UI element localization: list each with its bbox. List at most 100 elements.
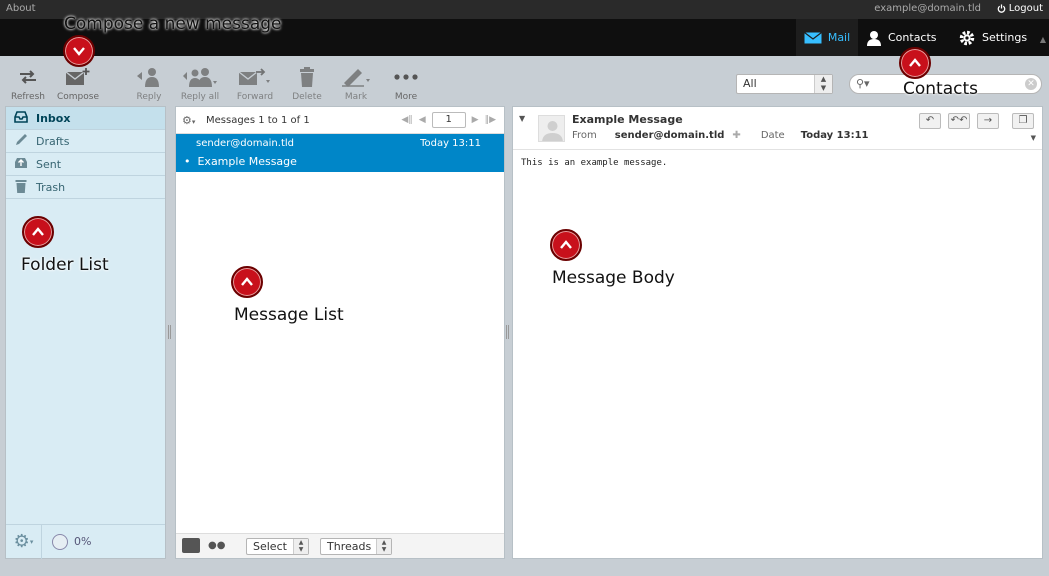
threads-dropdown-label: Threads <box>327 540 372 553</box>
add-contact-icon[interactable]: ✚ <box>732 130 740 141</box>
list-options-gear-icon[interactable]: ⚙▾ <box>182 114 206 127</box>
folder-label: Inbox <box>36 111 71 125</box>
message-list-footer: ●● Select ▲ ▼ Threads ▲ ▼ <box>176 533 504 558</box>
select-dropdown-label: Select <box>253 540 287 553</box>
refresh-button[interactable]: Refresh <box>5 66 51 102</box>
about-link[interactable]: About <box>6 3 36 14</box>
logout-label: Logout <box>1008 3 1043 14</box>
message-date: Today 13:11 <box>800 130 869 141</box>
username: example@domain.tld <box>874 3 981 14</box>
message-row[interactable]: sender@domain.tld Today 13:11 • Example … <box>176 134 504 172</box>
more-headers-icon[interactable]: ▼ <box>1031 134 1036 142</box>
select-arrows-icon: ▲ ▼ <box>814 75 832 93</box>
annotation-chevron-up-icon <box>899 47 931 79</box>
mark-button[interactable]: Mark <box>333 66 379 102</box>
gear-icon <box>959 30 975 45</box>
delete-button[interactable]: Delete <box>284 66 330 102</box>
collapse-header-icon[interactable]: ▼ <box>519 114 525 123</box>
page-number-input[interactable]: 1 <box>431 112 466 128</box>
prev-page-icon[interactable]: ◀ <box>419 115 426 125</box>
compose-label: Compose <box>56 92 99 102</box>
mark-pen-icon <box>342 69 370 87</box>
message-list: ⚙▾ Messages 1 to 1 of 1 ◀‖ ◀ 1 ▶ ‖▶ send… <box>175 106 505 559</box>
list-splitter[interactable] <box>506 325 509 339</box>
folder-splitter[interactable] <box>168 325 171 339</box>
quota-display: 0% <box>52 533 92 550</box>
refresh-label: Refresh <box>11 92 45 102</box>
inbox-icon <box>14 110 28 126</box>
refresh-icon <box>20 70 36 84</box>
message-row-from: sender@domain.tld <box>196 138 294 149</box>
forward-label: Forward <box>236 92 274 102</box>
threads-dropdown[interactable]: Threads ▲ ▼ <box>320 538 392 555</box>
forward-button[interactable]: Forward <box>232 66 278 102</box>
annotation-message-body-label: Message Body <box>552 268 675 288</box>
envelope-icon <box>803 31 822 43</box>
task-mail-label: Mail <box>827 31 851 44</box>
delete-label: Delete <box>292 92 322 102</box>
pagination: ◀‖ ◀ 1 ▶ ‖▶ <box>401 112 496 128</box>
quota-value: 0% <box>74 535 92 548</box>
reply-small-button[interactable]: ↶ <box>919 113 941 129</box>
from-label: From <box>572 130 597 141</box>
more-button[interactable]: More <box>383 66 429 102</box>
select-dropdown[interactable]: Select ▲ ▼ <box>246 538 309 555</box>
message-filter-select[interactable]: All ▲ ▼ <box>736 74 833 94</box>
folder-list: Inbox Drafts Sent Trash ⚙ ▾ 0% <box>5 106 166 559</box>
message-count: Messages 1 to 1 of 1 <box>206 114 310 126</box>
reply-icon <box>137 68 159 87</box>
more-icon <box>394 74 418 80</box>
trash-icon <box>14 179 28 196</box>
folder-trash[interactable]: Trash <box>6 176 165 199</box>
folder-actions-gear-icon[interactable]: ⚙ ▾ <box>6 524 42 559</box>
power-icon <box>997 4 1006 13</box>
search-icon[interactable]: ⚲▾ <box>856 77 870 90</box>
message-row-date: Today 13:11 <box>420 138 481 149</box>
clear-search-icon[interactable]: ✕ <box>1025 78 1037 90</box>
folder-inbox[interactable]: Inbox <box>6 107 165 130</box>
reply-label: Reply <box>136 92 162 102</box>
threads-toggle-icon[interactable]: ●● <box>208 540 225 551</box>
reply-all-button[interactable]: Reply all <box>177 66 223 102</box>
forward-icon <box>238 68 270 85</box>
annotation-chevron-up-icon <box>231 266 263 298</box>
trash-icon <box>300 67 314 87</box>
list-view-icon[interactable] <box>182 538 200 553</box>
first-page-icon[interactable]: ◀‖ <box>401 115 412 125</box>
reply-button[interactable]: Reply <box>126 66 172 102</box>
folder-list-footer: ⚙ ▾ 0% <box>6 524 165 559</box>
annotation-contacts-label: Contacts <box>903 79 978 99</box>
more-label: More <box>394 92 418 102</box>
mark-label: Mark <box>344 92 368 102</box>
task-contacts-label: Contacts <box>888 31 937 44</box>
select-arrows-icon: ▲ ▼ <box>376 539 391 554</box>
from-address[interactable]: sender@domain.tld <box>615 130 725 141</box>
avatar <box>538 115 565 142</box>
compose-button[interactable]: Compose <box>55 66 101 102</box>
folder-sent[interactable]: Sent <box>6 153 165 176</box>
select-arrows-icon: ▲ ▼ <box>293 539 308 554</box>
logout-button[interactable]: Logout <box>997 3 1043 14</box>
task-settings[interactable]: Settings <box>958 19 1027 56</box>
toolbar: Refresh Compose Reply Reply all Forward … <box>0 56 1049 102</box>
message-filter-value: All <box>743 77 757 90</box>
forward-small-button[interactable]: → <box>977 113 999 129</box>
folder-drafts[interactable]: Drafts <box>6 130 165 153</box>
last-page-icon[interactable]: ‖▶ <box>485 115 496 125</box>
sent-icon <box>14 157 28 172</box>
next-page-icon[interactable]: ▶ <box>472 115 479 125</box>
message-header: ▼ Example Message From sender@domain.tld… <box>513 107 1042 150</box>
collapse-header-icon[interactable]: ▲ <box>1040 35 1046 44</box>
annotation-message-list-label: Message List <box>234 305 344 325</box>
reply-all-icon <box>183 68 217 87</box>
message-subject: Example Message <box>572 113 683 126</box>
message-row-subject-text: Example Message <box>197 155 297 168</box>
folder-label: Trash <box>36 180 66 194</box>
annotation-folder-list-label: Folder List <box>21 255 109 275</box>
message-view: ▼ Example Message From sender@domain.tld… <box>512 106 1043 559</box>
open-in-window-icon[interactable]: ❐ <box>1012 113 1034 129</box>
date-label: Date <box>760 130 785 141</box>
task-mail[interactable]: Mail <box>796 19 858 56</box>
message-body: This is an example message. <box>521 158 668 168</box>
reply-all-small-button[interactable]: ↶↶ <box>948 113 970 129</box>
